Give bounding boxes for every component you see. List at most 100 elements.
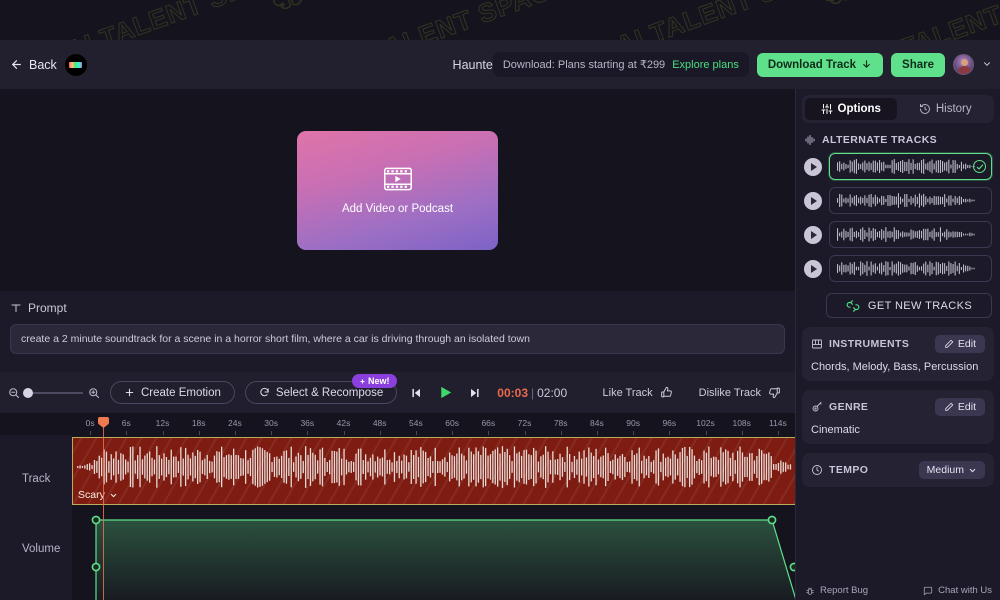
instruments-title: INSTRUMENTS (829, 338, 910, 350)
time-separator: | (531, 385, 535, 400)
clock-icon (811, 464, 823, 476)
alternate-track-4-waveform[interactable] (829, 255, 992, 282)
audio-clip[interactable]: Scary (72, 437, 796, 505)
genre-edit-label: Edit (957, 401, 976, 413)
dislike-track-label: Dislike Track (698, 386, 761, 399)
ruler-tick-mark (452, 431, 454, 435)
zoom-control[interactable] (8, 387, 100, 399)
create-emotion-label: Create Emotion (141, 386, 221, 399)
tempo-value: Medium (926, 464, 964, 476)
tab-options-label: Options (837, 103, 881, 115)
create-emotion-button[interactable]: Create Emotion (110, 381, 235, 404)
volume-point-2[interactable] (767, 515, 777, 525)
avatar[interactable] (953, 54, 974, 75)
download-arrow-icon (861, 59, 872, 70)
chat-with-us-button[interactable]: Chat with Us (923, 585, 992, 596)
zoom-slider[interactable] (23, 387, 83, 398)
add-video-or-podcast-card[interactable]: Add Video or Podcast (297, 130, 498, 250)
tab-history[interactable]: History (900, 98, 992, 120)
alternate-tracks-list (796, 153, 1000, 282)
plus-icon (124, 387, 135, 398)
sparkle-icon (359, 378, 366, 385)
tab-options[interactable]: Options (805, 98, 897, 120)
instruments-card: INSTRUMENTS Edit Chords, Melody, Bass, P… (802, 327, 994, 381)
ruler-tick-mark (669, 431, 671, 435)
zoom-in-icon[interactable] (88, 387, 100, 399)
play-icon[interactable] (437, 384, 454, 401)
genre-title-group: GENRE (811, 401, 868, 413)
ruler-tick-mark (307, 431, 309, 435)
avatar-chevron-down-icon[interactable] (982, 59, 992, 71)
sliders-icon (821, 103, 833, 115)
instruments-card-header: INSTRUMENTS Edit (811, 335, 985, 353)
text-format-icon (10, 302, 22, 314)
ruler-tick-mark (633, 431, 635, 435)
alternate-track-3[interactable] (804, 221, 992, 248)
prompt-input[interactable]: create a 2 minute soundtrack for a scene… (10, 324, 785, 354)
tempo-dropdown[interactable]: Medium (918, 461, 985, 479)
genre-edit-button[interactable]: Edit (934, 398, 985, 416)
report-bug-button[interactable]: Report Bug (805, 585, 868, 596)
ruler-tick: 66s (481, 418, 496, 428)
instruments-edit-button[interactable]: Edit (934, 335, 985, 353)
play-icon[interactable] (804, 225, 822, 244)
get-new-tracks-label: GET NEW TRACKS (867, 299, 973, 312)
play-icon[interactable] (804, 157, 822, 176)
alternate-track-4[interactable] (804, 255, 992, 282)
genre-card-header: GENRE Edit (811, 398, 985, 416)
share-button[interactable]: Share (891, 52, 945, 77)
piano-icon (811, 338, 823, 350)
ruler-tick: 6s (121, 418, 131, 428)
play-icon[interactable] (804, 259, 822, 278)
alternate-track-1-waveform[interactable] (829, 153, 992, 180)
genre-title: GENRE (829, 401, 869, 413)
ruler-tick: 18s (191, 418, 206, 428)
brand-logo-icon[interactable] (64, 53, 87, 76)
play-icon[interactable] (804, 191, 822, 210)
ruler-tick: 72s (517, 418, 532, 428)
instruments-value: Chords, Melody, Bass, Percussion (811, 361, 979, 373)
alternate-track-2-waveform[interactable] (829, 187, 992, 214)
get-new-tracks-button[interactable]: GET NEW TRACKS (826, 293, 992, 318)
time-display: 00:03 | 02:00 (497, 386, 567, 400)
chat-bubble-icon (923, 586, 933, 596)
alternate-tracks-header: ALTERNATE TRACKS (804, 134, 1000, 146)
volume-envelope[interactable] (72, 507, 796, 600)
like-track-button[interactable]: Like Track (603, 386, 673, 399)
timeline: 0s 6s 12s 18s 24s 30s 36s 42s 48s 54s 60s 66s 72s 78s… (0, 413, 796, 600)
volume-point-0[interactable] (91, 562, 101, 572)
ruler-tick-mark (705, 431, 707, 435)
new-feature-badge: New! (352, 374, 397, 388)
alt-track-waveform (837, 227, 975, 242)
pencil-icon (944, 402, 954, 412)
dislike-track-button[interactable]: Dislike Track (699, 386, 781, 399)
back-button[interactable]: Back (10, 58, 57, 72)
alternate-track-2[interactable] (804, 187, 992, 214)
panel-tabs: Options History (802, 95, 994, 123)
ruler-tick: 36s (300, 418, 315, 428)
step-forward-icon[interactable] (467, 386, 482, 400)
alternate-track-3-waveform[interactable] (829, 221, 992, 248)
ruler-tick: 96s (662, 418, 677, 428)
zoom-out-icon[interactable] (8, 387, 20, 399)
volume-point-1[interactable] (91, 515, 101, 525)
prompt-header: Prompt (0, 291, 795, 315)
ruler-tick-mark (234, 431, 236, 435)
explore-plans-link[interactable]: Explore plans (672, 59, 739, 71)
tempo-title-group: TEMPO (811, 464, 868, 476)
download-track-button[interactable]: Download Track (756, 52, 884, 77)
clip-waveform (77, 446, 792, 488)
clip-emotion-tag[interactable]: Scary (78, 489, 118, 501)
alternate-track-1[interactable] (804, 153, 992, 180)
panel-footer: Report Bug Chat with Us (796, 585, 1000, 596)
timeline-ruler[interactable]: 0s 6s 12s 18s 24s 30s 36s 42s 48s 54s 60s 66s 72s 78s… (0, 413, 795, 435)
thumbs-up-icon (660, 386, 673, 399)
zoom-slider-handle[interactable] (23, 387, 33, 398)
editor-toolbar: Create Emotion Select & Recompose 00:03 … (0, 372, 795, 413)
step-backward-icon[interactable] (409, 386, 424, 400)
waveform-icon (804, 134, 816, 146)
film-play-icon (383, 166, 413, 192)
ruler-tick: 114s (768, 418, 787, 428)
download-track-label: Download Track (767, 58, 857, 71)
instruments-title-group: INSTRUMENTS (811, 338, 909, 350)
